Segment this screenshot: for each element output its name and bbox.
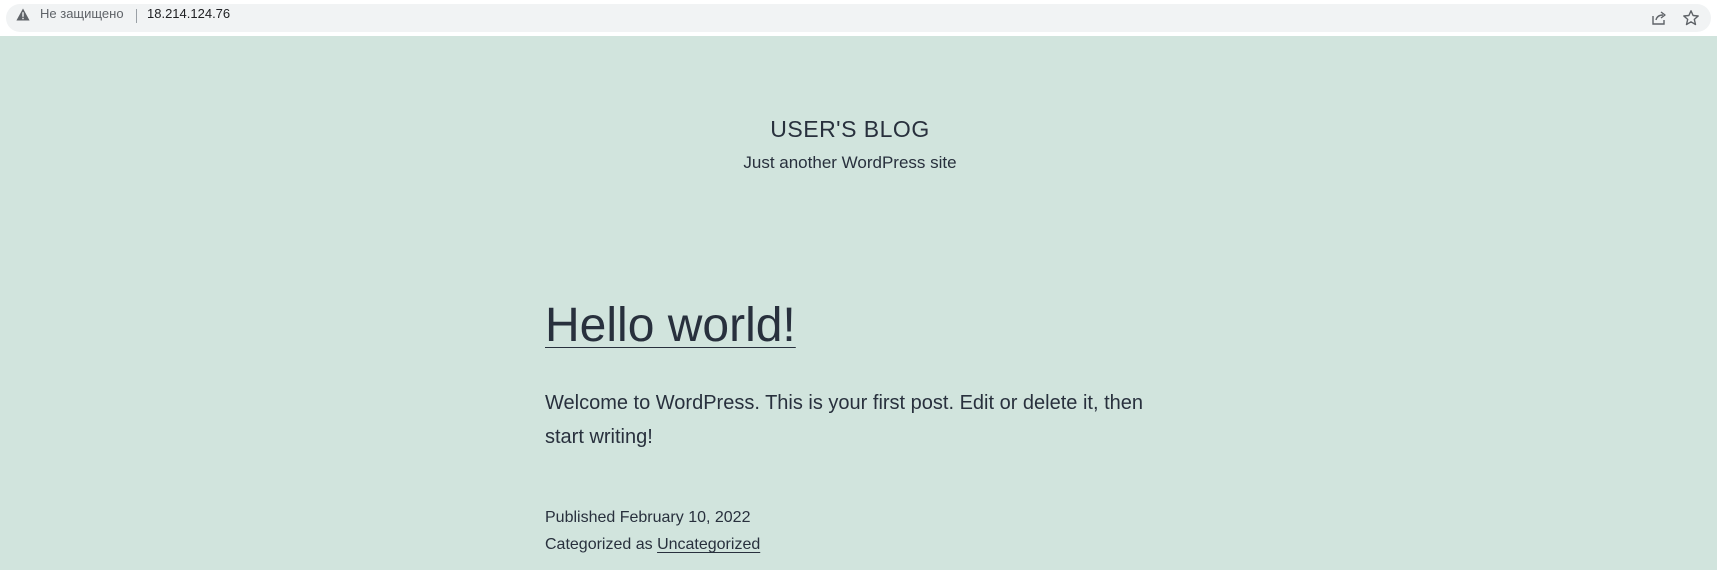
star-icon[interactable] (1682, 9, 1700, 27)
share-icon[interactable] (1651, 10, 1667, 26)
security-status-label[interactable]: Не защищено (40, 6, 124, 22)
post-category-meta: Categorized as Uncategorized (545, 534, 760, 556)
url-divider (136, 9, 137, 23)
post-title-link[interactable]: Hello world! (545, 298, 796, 354)
post-content: Welcome to WordPress. This is your first… (545, 392, 1144, 448)
post-published-date: Published February 10, 2022 (545, 509, 751, 526)
site-title[interactable]: USER'S BLOG (0, 115, 1700, 143)
page-content: USER'S BLOG Just another WordPress site … (0, 36, 1717, 570)
address-bar[interactable] (6, 4, 1711, 32)
categorized-prefix: Categorized as (545, 536, 658, 553)
site-description: Just another WordPress site (743, 153, 957, 172)
url-text[interactable]: 18.214.124.76 (147, 6, 230, 22)
category-link[interactable]: Uncategorized (657, 536, 760, 553)
browser-toolbar: Не защищено 18.214.124.76 (0, 0, 1717, 36)
warning-icon[interactable] (16, 8, 30, 21)
